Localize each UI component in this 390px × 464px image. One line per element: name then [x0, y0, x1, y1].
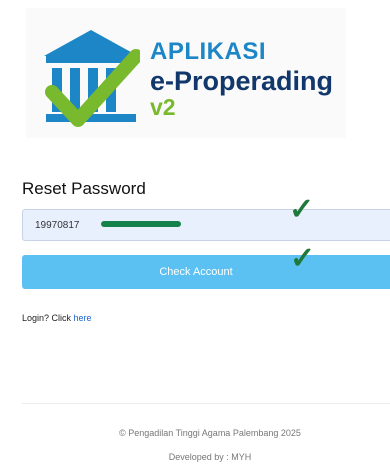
footer-copyright: © Pengadilan Tinggi Agama Palembang 2025 [119, 428, 301, 438]
app-logo: APLIKASI e-Properading v2 [26, 8, 346, 138]
logo-title-line2: e-Properading [150, 66, 334, 96]
login-prompt-text: Login? Click [22, 313, 74, 323]
courthouse-check-icon [44, 30, 140, 127]
redaction-mark [101, 221, 181, 227]
page-title: Reset Password [22, 179, 146, 198]
check-mark-icon: ✓ [290, 242, 316, 275]
nip-input-value: 19970817 [35, 220, 80, 231]
logo-version: v2 [150, 94, 176, 120]
check-account-button[interactable]: Check Account [22, 255, 390, 289]
footer-divider [22, 403, 390, 404]
login-link[interactable]: here [74, 313, 92, 323]
check-mark-icon: ✓ [289, 193, 315, 226]
nip-input[interactable]: 19970817 [22, 209, 390, 241]
footer-developer: Developed by : MYH [168, 452, 252, 462]
logo-title-line1: APLIKASI [150, 38, 267, 65]
login-prompt: Login? Click here [22, 313, 92, 323]
